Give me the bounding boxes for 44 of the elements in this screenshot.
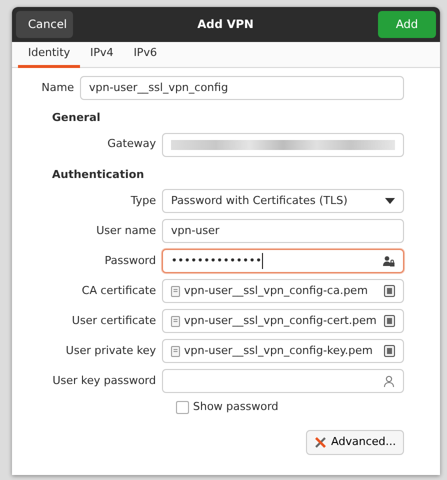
field-label: User certificate: [70, 312, 157, 329]
field-label: CA certificate: [80, 282, 157, 299]
tab[interactable]: IPv6: [124, 42, 167, 68]
file-chooser[interactable]: vpn-user__ssl_vpn_config-ca.pem: [162, 279, 404, 303]
type-dropdown[interactable]: Password with Certificates (TLS): [162, 189, 404, 213]
tab[interactable]: Identity: [18, 42, 80, 68]
tools-icon: [314, 436, 328, 448]
advanced-button[interactable]: Advanced...: [306, 430, 404, 454]
name-field[interactable]: vpn-user__ssl_vpn_config: [80, 76, 404, 100]
text-field[interactable]: vpn-user: [162, 219, 404, 243]
field-value: ••••••••••••••: [171, 252, 263, 270]
field-label: User key password: [51, 372, 157, 389]
field-label: Gateway: [106, 136, 157, 152]
field-label: User private key: [64, 342, 157, 359]
file-name: vpn-user__ssl_vpn_config-ca.pem: [184, 282, 369, 299]
tab[interactable]: IPv4: [80, 42, 124, 68]
dialog-title: Add VPN: [197, 16, 254, 33]
field-label: Password: [104, 252, 157, 269]
document-icon: [384, 345, 395, 357]
document-icon: [384, 315, 395, 327]
file-name: vpn-user__ssl_vpn_config-key.pem: [184, 342, 374, 359]
file-name: vpn-user__ssl_vpn_config-cert.pem: [184, 312, 378, 329]
checkbox-label: Show password: [193, 399, 278, 415]
file-chooser[interactable]: vpn-user__ssl_vpn_config-cert.pem: [162, 309, 404, 333]
field-value: vpn-user: [171, 222, 220, 239]
gateway-field[interactable]: [162, 132, 404, 156]
person-icon: [383, 374, 395, 388]
section-heading: General: [51, 110, 102, 126]
password-field[interactable]: ••••••••••••••: [162, 249, 404, 273]
password-field[interactable]: [162, 369, 404, 393]
field-label: Type: [130, 192, 157, 209]
file-icon: [171, 346, 180, 356]
person-lock-icon: [382, 255, 395, 267]
field-label: User name: [95, 222, 157, 239]
section-heading: Authentication: [51, 166, 146, 182]
checkbox[interactable]: [176, 400, 189, 414]
field-label: Name: [40, 80, 75, 96]
cancel-button[interactable]: Cancel: [16, 11, 73, 38]
caret-icon: [385, 198, 395, 204]
dropdown-value: Password with Certificates (TLS): [171, 192, 348, 209]
file-icon: [171, 286, 180, 296]
file-icon: [171, 316, 180, 326]
document-icon: [384, 285, 395, 297]
file-chooser[interactable]: vpn-user__ssl_vpn_config-key.pem: [162, 339, 404, 363]
